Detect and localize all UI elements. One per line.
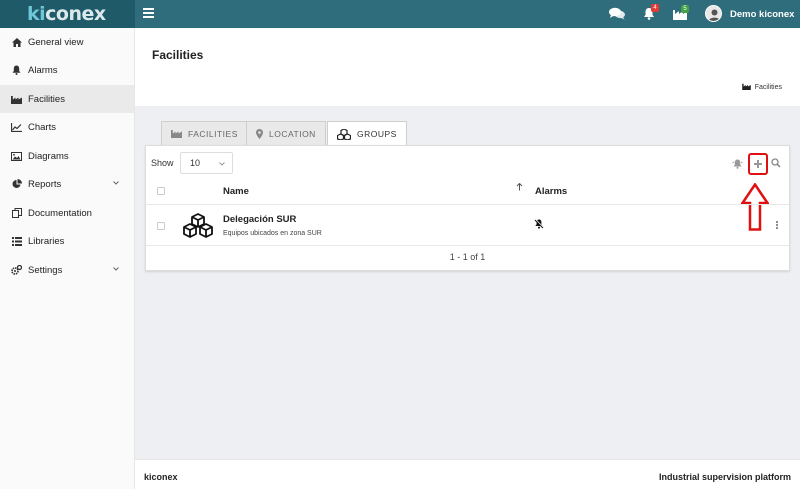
- logo-text-rest: conex: [45, 3, 106, 25]
- page-size-value: 10: [190, 158, 201, 168]
- sidebar-item-label: Diagrams: [28, 150, 69, 162]
- sidebar-item-libraries[interactable]: Libraries: [0, 227, 134, 255]
- menu-toggle-icon[interactable]: [143, 8, 154, 19]
- chevron-down-icon: [112, 179, 120, 187]
- sidebar-item-settings[interactable]: Settings: [0, 256, 134, 284]
- chevron-down-icon: [218, 160, 226, 168]
- alarm-off-icon: [534, 219, 544, 232]
- avatar[interactable]: [705, 5, 722, 22]
- sidebar-item-diagrams[interactable]: Diagrams: [0, 142, 134, 170]
- add-button-highlight: [748, 153, 768, 175]
- show-label: Show: [151, 158, 174, 168]
- tab-facilities[interactable]: FACILITIES: [161, 121, 248, 145]
- sidebar-item-label: Libraries: [28, 235, 65, 247]
- page-header: Facilities Facilities: [135, 28, 800, 106]
- factory-icon: [171, 129, 182, 138]
- cubes-icon: [337, 128, 351, 140]
- tab-groups[interactable]: GROUPS: [327, 121, 407, 146]
- footer-brand: kiconex: [144, 472, 178, 482]
- facilities-top-icon[interactable]: 5: [673, 5, 689, 26]
- page-size-select[interactable]: 10: [180, 152, 233, 174]
- logo[interactable]: kiconex: [0, 0, 135, 28]
- sidebar-item-charts[interactable]: Charts: [0, 113, 134, 141]
- sidebar: General view Alarms Facilities Charts Di…: [0, 28, 135, 489]
- cubes-icon: [182, 213, 214, 241]
- logo-text-ki: ki: [27, 3, 46, 25]
- footer-tagline: Industrial supervision platform: [658, 472, 791, 482]
- tab-label: LOCATION: [269, 128, 316, 139]
- sidebar-item-reports[interactable]: Reports: [0, 170, 134, 198]
- chat-icon[interactable]: [609, 7, 625, 25]
- alarm-filter-icon[interactable]: [732, 159, 743, 172]
- factory-icon: [11, 94, 22, 105]
- bell-icon: [11, 65, 22, 76]
- pie-chart-icon: [11, 179, 22, 190]
- row-checkbox[interactable]: [157, 222, 165, 230]
- sidebar-item-general-view[interactable]: General view: [0, 28, 134, 56]
- notifications-bell-icon[interactable]: 4: [643, 4, 659, 25]
- pagination: 1 - 1 of 1: [449, 252, 486, 262]
- facilities-badge: 5: [681, 5, 689, 13]
- tab-location[interactable]: LOCATION: [246, 121, 326, 145]
- cogs-icon: [11, 265, 22, 276]
- select-all-checkbox[interactable]: [157, 187, 165, 195]
- groups-table-card: Show 10 Name Alarms Delegación SUR Equip…: [145, 145, 790, 271]
- home-icon: [11, 37, 22, 48]
- tab-label: FACILITIES: [188, 128, 238, 139]
- sidebar-item-label: General view: [28, 36, 84, 48]
- top-bar: kiconex 4 5 Demo kiconex: [0, 0, 800, 28]
- chevron-down-icon: [112, 265, 120, 273]
- user-name[interactable]: Demo kiconex: [730, 9, 794, 20]
- sidebar-item-label: Settings: [28, 264, 63, 276]
- line-chart-icon: [11, 122, 22, 133]
- list-icon: [11, 236, 22, 247]
- sidebar-item-label: Charts: [28, 121, 56, 133]
- sidebar-item-label: Facilities: [28, 93, 65, 105]
- sidebar-item-documentation[interactable]: Documentation: [0, 199, 134, 227]
- sidebar-item-label: Documentation: [28, 207, 92, 219]
- copy-icon: [11, 208, 22, 219]
- breadcrumb-item[interactable]: Facilities: [755, 84, 782, 91]
- notifications-badge: 4: [651, 4, 659, 12]
- divider: [146, 245, 789, 246]
- map-marker-icon: [256, 128, 263, 139]
- breadcrumb: Facilities: [741, 83, 782, 92]
- footer: kiconex Industrial supervision platform: [135, 459, 800, 489]
- column-header-name[interactable]: Name: [223, 186, 249, 197]
- search-icon[interactable]: [771, 158, 781, 171]
- page-title: Facilities: [152, 48, 204, 62]
- sidebar-item-label: Reports: [28, 178, 62, 190]
- tab-label: GROUPS: [357, 129, 397, 139]
- sidebar-item-label: Alarms: [28, 64, 58, 76]
- sort-arrow-icon[interactable]: [516, 182, 523, 193]
- factory-icon: [741, 83, 751, 92]
- sidebar-item-alarms[interactable]: Alarms: [0, 56, 134, 84]
- row-menu-icon[interactable]: [775, 221, 779, 231]
- group-name[interactable]: Delegación SUR: [223, 214, 296, 225]
- group-description: Equipos ubicados en zona SUR: [223, 230, 322, 237]
- image-icon: [11, 151, 22, 162]
- column-header-alarms[interactable]: Alarms: [535, 186, 567, 197]
- table-row[interactable]: Delegación SUR Equipos ubicados en zona …: [146, 205, 789, 245]
- sidebar-item-facilities[interactable]: Facilities: [0, 85, 134, 113]
